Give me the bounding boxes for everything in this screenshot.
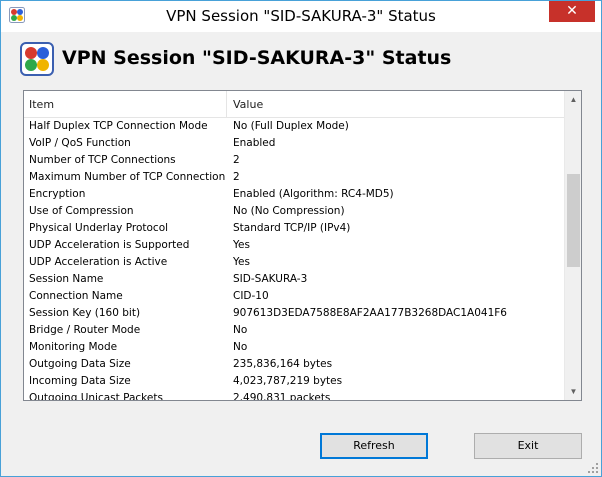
item-name: Half Duplex TCP Connection Mode: [29, 120, 208, 132]
item-value: Enabled (Algorithm: RC4-MD5): [233, 188, 394, 200]
list-item[interactable]: Bridge / Router Mode No: [24, 322, 564, 339]
list-rows: Half Duplex TCP Connection Mode No (Full …: [24, 118, 564, 401]
list-item[interactable]: Outgoing Data Size 235,836,164 bytes: [24, 356, 564, 373]
item-name: Use of Compression: [29, 205, 134, 217]
item-value: 4,023,787,219 bytes: [233, 375, 343, 387]
list-item[interactable]: Outgoing Unicast Packets 2,490,831 packet…: [24, 390, 564, 401]
item-value: 2,490,831 packets: [233, 392, 331, 401]
column-header-value[interactable]: Value: [227, 91, 564, 118]
vpn-session-icon: [20, 42, 54, 76]
scroll-down-icon[interactable]: ▼: [565, 383, 581, 400]
item-value: Yes: [233, 256, 250, 268]
list-header: Item Value: [24, 91, 564, 118]
resize-grip-icon[interactable]: [587, 462, 599, 474]
item-name: Connection Name: [29, 290, 123, 302]
item-value: Enabled: [233, 137, 276, 149]
item-name: Bridge / Router Mode: [29, 324, 141, 336]
list-item[interactable]: Maximum Number of TCP Connections 2: [24, 169, 564, 186]
close-icon[interactable]: ✕: [549, 1, 595, 22]
window-title: VPN Session "SID-SAKURA-3" Status: [166, 7, 436, 25]
item-name: Physical Underlay Protocol: [29, 222, 169, 234]
item-value: No: [233, 341, 248, 353]
item-value: SID-SAKURA-3: [233, 273, 308, 285]
item-name: UDP Acceleration is Supported: [29, 239, 190, 251]
item-value: No: [233, 324, 248, 336]
item-name: Session Name: [29, 273, 104, 285]
item-name: Monitoring Mode: [29, 341, 118, 353]
item-value: No (No Compression): [233, 205, 345, 217]
list-item[interactable]: Session Key (160 bit) 907613D3EDA7588E8AF…: [24, 305, 564, 322]
list-item[interactable]: UDP Acceleration is Supported Yes: [24, 237, 564, 254]
item-name: Incoming Data Size: [29, 375, 131, 387]
item-value: 2: [233, 154, 240, 166]
list-item[interactable]: Half Duplex TCP Connection Mode No (Full …: [24, 118, 564, 135]
page-title: VPN Session "SID-SAKURA-3" Status: [62, 47, 452, 69]
item-name: Encryption: [29, 188, 86, 200]
vertical-scrollbar[interactable]: ▲ ▼: [564, 91, 581, 400]
title-bar[interactable]: VPN Session "SID-SAKURA-3" Status ✕: [1, 1, 601, 32]
status-list[interactable]: Item Value Half Duplex TCP Connection Mo…: [23, 90, 582, 401]
column-header-item[interactable]: Item: [24, 91, 227, 118]
list-item[interactable]: Encryption Enabled (Algorithm: RC4-MD5): [24, 186, 564, 203]
exit-button[interactable]: Exit: [474, 433, 582, 459]
list-item[interactable]: Physical Underlay Protocol Standard TCP/I…: [24, 220, 564, 237]
item-name: Maximum Number of TCP Connections: [29, 171, 225, 183]
item-name: Session Key (160 bit): [29, 307, 141, 319]
item-value: Yes: [233, 239, 250, 251]
refresh-button[interactable]: Refresh: [320, 433, 428, 459]
item-value: 2: [233, 171, 240, 183]
item-name: Number of TCP Connections: [29, 154, 176, 166]
vpn-session-status-window: VPN Session "SID-SAKURA-3" Status ✕ VPN …: [0, 0, 602, 477]
list-item[interactable]: Number of TCP Connections 2: [24, 152, 564, 169]
list-item[interactable]: Session Name SID-SAKURA-3: [24, 271, 564, 288]
scroll-thumb[interactable]: [567, 174, 580, 267]
list-item[interactable]: Connection Name CID-10: [24, 288, 564, 305]
scroll-up-icon[interactable]: ▲: [565, 91, 581, 108]
list-item[interactable]: Incoming Data Size 4,023,787,219 bytes: [24, 373, 564, 390]
list-item[interactable]: UDP Acceleration is Active Yes: [24, 254, 564, 271]
item-name: Outgoing Unicast Packets: [29, 392, 163, 401]
item-name: VoIP / QoS Function: [29, 137, 131, 149]
item-name: Outgoing Data Size: [29, 358, 131, 370]
item-value: Standard TCP/IP (IPv4): [233, 222, 351, 234]
list-item[interactable]: VoIP / QoS Function Enabled: [24, 135, 564, 152]
list-item[interactable]: Monitoring Mode No: [24, 339, 564, 356]
item-name: UDP Acceleration is Active: [29, 256, 168, 268]
list-item[interactable]: Use of Compression No (No Compression): [24, 203, 564, 220]
item-value: No (Full Duplex Mode): [233, 120, 349, 132]
item-value: CID-10: [233, 290, 269, 302]
item-value: 235,836,164 bytes: [233, 358, 333, 370]
item-value: 907613D3EDA7588E8AF2AA177B3268DAC1A041F6: [233, 307, 507, 319]
